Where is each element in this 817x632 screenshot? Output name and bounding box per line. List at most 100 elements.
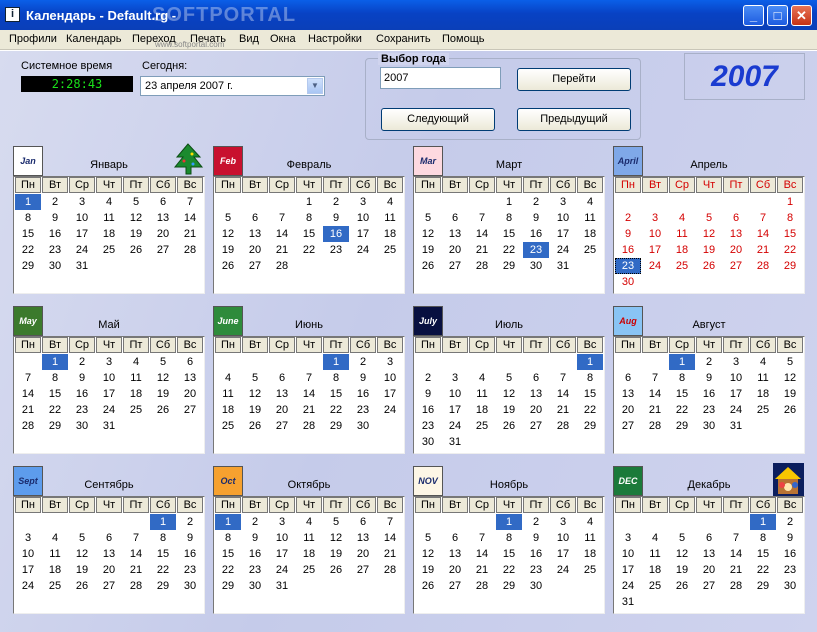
day-cell[interactable]: 15 bbox=[215, 546, 241, 562]
day-cell[interactable]: 22 bbox=[42, 402, 68, 418]
day-cell[interactable]: 4 bbox=[377, 194, 403, 210]
day-cell[interactable]: 3 bbox=[642, 210, 668, 226]
day-cell[interactable]: 27 bbox=[242, 258, 268, 274]
day-cell[interactable]: 24 bbox=[15, 578, 41, 594]
day-cell[interactable]: 8 bbox=[669, 370, 695, 386]
day-cell[interactable]: 22 bbox=[496, 242, 522, 258]
day-cell[interactable]: 20 bbox=[242, 242, 268, 258]
day-cell[interactable]: 9 bbox=[523, 530, 549, 546]
day-cell[interactable]: 30 bbox=[523, 258, 549, 274]
day-cell[interactable]: 1 bbox=[577, 354, 603, 370]
day-cell[interactable]: 23 bbox=[523, 562, 549, 578]
day-cell[interactable]: 16 bbox=[69, 386, 95, 402]
day-cell[interactable]: 12 bbox=[496, 386, 522, 402]
day-cell[interactable]: 21 bbox=[377, 546, 403, 562]
day-cell[interactable]: 13 bbox=[696, 546, 722, 562]
day-cell[interactable]: 2 bbox=[696, 354, 722, 370]
day-cell[interactable]: 25 bbox=[377, 242, 403, 258]
day-cell[interactable]: 21 bbox=[177, 226, 203, 242]
day-cell[interactable]: 14 bbox=[123, 546, 149, 562]
day-cell[interactable]: 3 bbox=[550, 514, 576, 530]
day-cell[interactable]: 6 bbox=[269, 370, 295, 386]
day-cell[interactable]: 23 bbox=[615, 258, 641, 274]
day-cell[interactable]: 6 bbox=[242, 210, 268, 226]
day-cell[interactable]: 31 bbox=[442, 434, 468, 450]
day-cell[interactable]: 17 bbox=[377, 386, 403, 402]
day-cell[interactable]: 10 bbox=[723, 370, 749, 386]
day-cell[interactable]: 6 bbox=[177, 354, 203, 370]
today-date-picker[interactable]: 23 апреля 2007 г. ▼ bbox=[140, 76, 325, 96]
day-cell[interactable]: 24 bbox=[69, 242, 95, 258]
day-cell[interactable]: 12 bbox=[242, 386, 268, 402]
day-cell[interactable]: 18 bbox=[469, 402, 495, 418]
menu-view[interactable]: Вид bbox=[239, 33, 259, 45]
day-cell[interactable]: 1 bbox=[15, 194, 41, 210]
day-cell[interactable]: 5 bbox=[415, 530, 441, 546]
day-cell[interactable]: 22 bbox=[577, 402, 603, 418]
day-cell[interactable]: 30 bbox=[42, 258, 68, 274]
day-cell[interactable]: 19 bbox=[150, 386, 176, 402]
day-cell[interactable]: 28 bbox=[123, 578, 149, 594]
day-cell[interactable]: 19 bbox=[215, 242, 241, 258]
day-cell[interactable]: 9 bbox=[177, 530, 203, 546]
day-cell[interactable]: 28 bbox=[296, 418, 322, 434]
day-cell[interactable]: 31 bbox=[269, 578, 295, 594]
day-cell[interactable]: 14 bbox=[296, 386, 322, 402]
day-cell[interactable]: 3 bbox=[269, 514, 295, 530]
day-cell[interactable]: 7 bbox=[123, 530, 149, 546]
day-cell[interactable]: 27 bbox=[442, 258, 468, 274]
day-cell[interactable]: 16 bbox=[177, 546, 203, 562]
day-cell[interactable]: 17 bbox=[723, 386, 749, 402]
day-cell[interactable]: 18 bbox=[642, 562, 668, 578]
day-cell[interactable]: 27 bbox=[269, 418, 295, 434]
menu-profiles[interactable]: Профили bbox=[9, 33, 57, 45]
day-cell[interactable]: 2 bbox=[177, 514, 203, 530]
chevron-down-icon[interactable]: ▼ bbox=[307, 78, 323, 94]
day-cell[interactable]: 17 bbox=[15, 562, 41, 578]
day-cell[interactable]: 13 bbox=[723, 226, 749, 242]
day-cell[interactable]: 29 bbox=[750, 578, 776, 594]
day-cell[interactable]: 12 bbox=[150, 370, 176, 386]
day-cell[interactable]: 12 bbox=[777, 370, 803, 386]
day-cell[interactable]: 4 bbox=[669, 210, 695, 226]
day-cell[interactable]: 26 bbox=[777, 402, 803, 418]
day-cell[interactable]: 10 bbox=[377, 370, 403, 386]
day-cell[interactable]: 16 bbox=[615, 242, 641, 258]
menu-calendar[interactable]: Календарь bbox=[66, 33, 122, 45]
day-cell[interactable]: 17 bbox=[350, 226, 376, 242]
day-cell[interactable]: 1 bbox=[777, 194, 803, 210]
day-cell[interactable]: 8 bbox=[323, 370, 349, 386]
day-cell[interactable]: 20 bbox=[615, 402, 641, 418]
day-cell[interactable]: 12 bbox=[415, 546, 441, 562]
day-cell[interactable]: 3 bbox=[377, 354, 403, 370]
day-cell[interactable]: 17 bbox=[442, 402, 468, 418]
day-cell[interactable]: 13 bbox=[242, 226, 268, 242]
day-cell[interactable]: 1 bbox=[496, 194, 522, 210]
day-cell[interactable]: 10 bbox=[96, 370, 122, 386]
day-cell[interactable]: 21 bbox=[550, 402, 576, 418]
day-cell[interactable]: 22 bbox=[150, 562, 176, 578]
day-cell[interactable]: 4 bbox=[215, 370, 241, 386]
day-cell[interactable]: 29 bbox=[577, 418, 603, 434]
day-cell[interactable]: 29 bbox=[777, 258, 803, 274]
day-cell[interactable]: 26 bbox=[696, 258, 722, 274]
day-cell[interactable]: 20 bbox=[350, 546, 376, 562]
day-cell[interactable]: 20 bbox=[696, 562, 722, 578]
day-cell[interactable]: 26 bbox=[123, 242, 149, 258]
day-cell[interactable]: 9 bbox=[69, 370, 95, 386]
day-cell[interactable]: 23 bbox=[523, 242, 549, 258]
day-cell[interactable]: 11 bbox=[215, 386, 241, 402]
day-cell[interactable]: 21 bbox=[123, 562, 149, 578]
day-cell[interactable]: 17 bbox=[96, 386, 122, 402]
day-cell[interactable]: 22 bbox=[296, 242, 322, 258]
day-cell[interactable]: 25 bbox=[577, 242, 603, 258]
day-cell[interactable]: 25 bbox=[469, 418, 495, 434]
day-cell[interactable]: 31 bbox=[69, 258, 95, 274]
go-button[interactable]: Перейти bbox=[517, 68, 631, 91]
day-cell[interactable]: 3 bbox=[442, 370, 468, 386]
day-cell[interactable]: 2 bbox=[42, 194, 68, 210]
day-cell[interactable]: 11 bbox=[750, 370, 776, 386]
day-cell[interactable]: 21 bbox=[15, 402, 41, 418]
day-cell[interactable]: 11 bbox=[96, 210, 122, 226]
day-cell[interactable]: 7 bbox=[550, 370, 576, 386]
